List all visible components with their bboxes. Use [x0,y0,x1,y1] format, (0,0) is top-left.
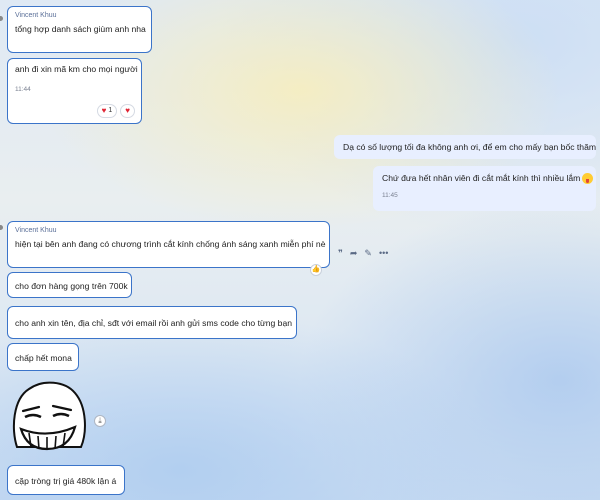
share-icon[interactable]: ➦ [350,248,358,258]
emoji-face-icon [582,173,594,185]
download-icon[interactable]: ⤓ [94,415,106,427]
message-bubble[interactable]: cho anh xin tên, địa chỉ, sđt với email … [7,306,297,339]
message-bubble[interactable]: Vincent Khuu tổng hợp danh sách giùm anh… [7,6,152,53]
sticker-image[interactable] [9,377,89,457]
my-message-bubble[interactable]: Dạ có số lượng tối đa không anh ơi, để e… [334,135,596,159]
message-text: Chứ đưa hết nhân viên đi cắt mắt kính th… [382,173,581,183]
edit-icon[interactable]: ✎ [364,248,372,258]
message-bubble[interactable]: anh đi xin mã km cho mọi người 11:44 ♥ 1… [7,58,142,124]
message-bubble[interactable]: chấp hết mona [7,343,79,371]
message-text: hiện tại bên anh đang có chương trình cắ… [15,239,326,249]
sender-name[interactable]: Vincent Khuu [15,226,322,236]
message-text: tổng hợp danh sách giùm anh nha [15,24,146,34]
message-bubble[interactable]: Vincent Khuu hiện tại bên anh đang có ch… [7,221,330,268]
avatar-indicator [0,16,3,21]
reaction-heart[interactable]: ♥ 1 [96,104,118,118]
message-text: chấp hết mona [15,353,72,363]
sender-name[interactable]: Vincent Khuu [15,11,144,21]
thumbs-up-reaction-icon[interactable]: 👍 [310,264,322,276]
more-icon[interactable]: ••• [379,248,388,258]
message-bubble[interactable]: cho đơn hàng gọng trên 700k [7,272,132,298]
reaction-count: 1 [108,107,113,114]
reactions: ♥ 1 ♥ [96,104,135,118]
message-text: Dạ có số lượng tối đa không anh ơi, để e… [343,142,597,152]
heart-icon: ♥ [125,106,130,115]
message-time: 11:45 [382,192,398,200]
add-heart-reaction-button[interactable]: ♥ [120,104,135,118]
heart-icon: ♥ [101,106,107,115]
avatar-indicator [0,225,3,230]
message-toolbar: ❞ ➦ ✎ ••• [338,248,388,258]
message-text: cặp tròng trị giá 480k lận á [15,476,117,486]
quote-icon[interactable]: ❞ [338,248,343,258]
my-message-bubble[interactable]: Chứ đưa hết nhân viên đi cắt mắt kính th… [373,166,596,211]
message-text: cho anh xin tên, địa chỉ, sđt với email … [15,318,293,328]
message-text: cho đơn hàng gọng trên 700k [15,281,128,291]
message-time: 11:44 [15,86,31,93]
message-bubble[interactable]: cặp tròng trị giá 480k lận á [7,465,125,495]
message-text: anh đi xin mã km cho mọi người [15,64,138,74]
